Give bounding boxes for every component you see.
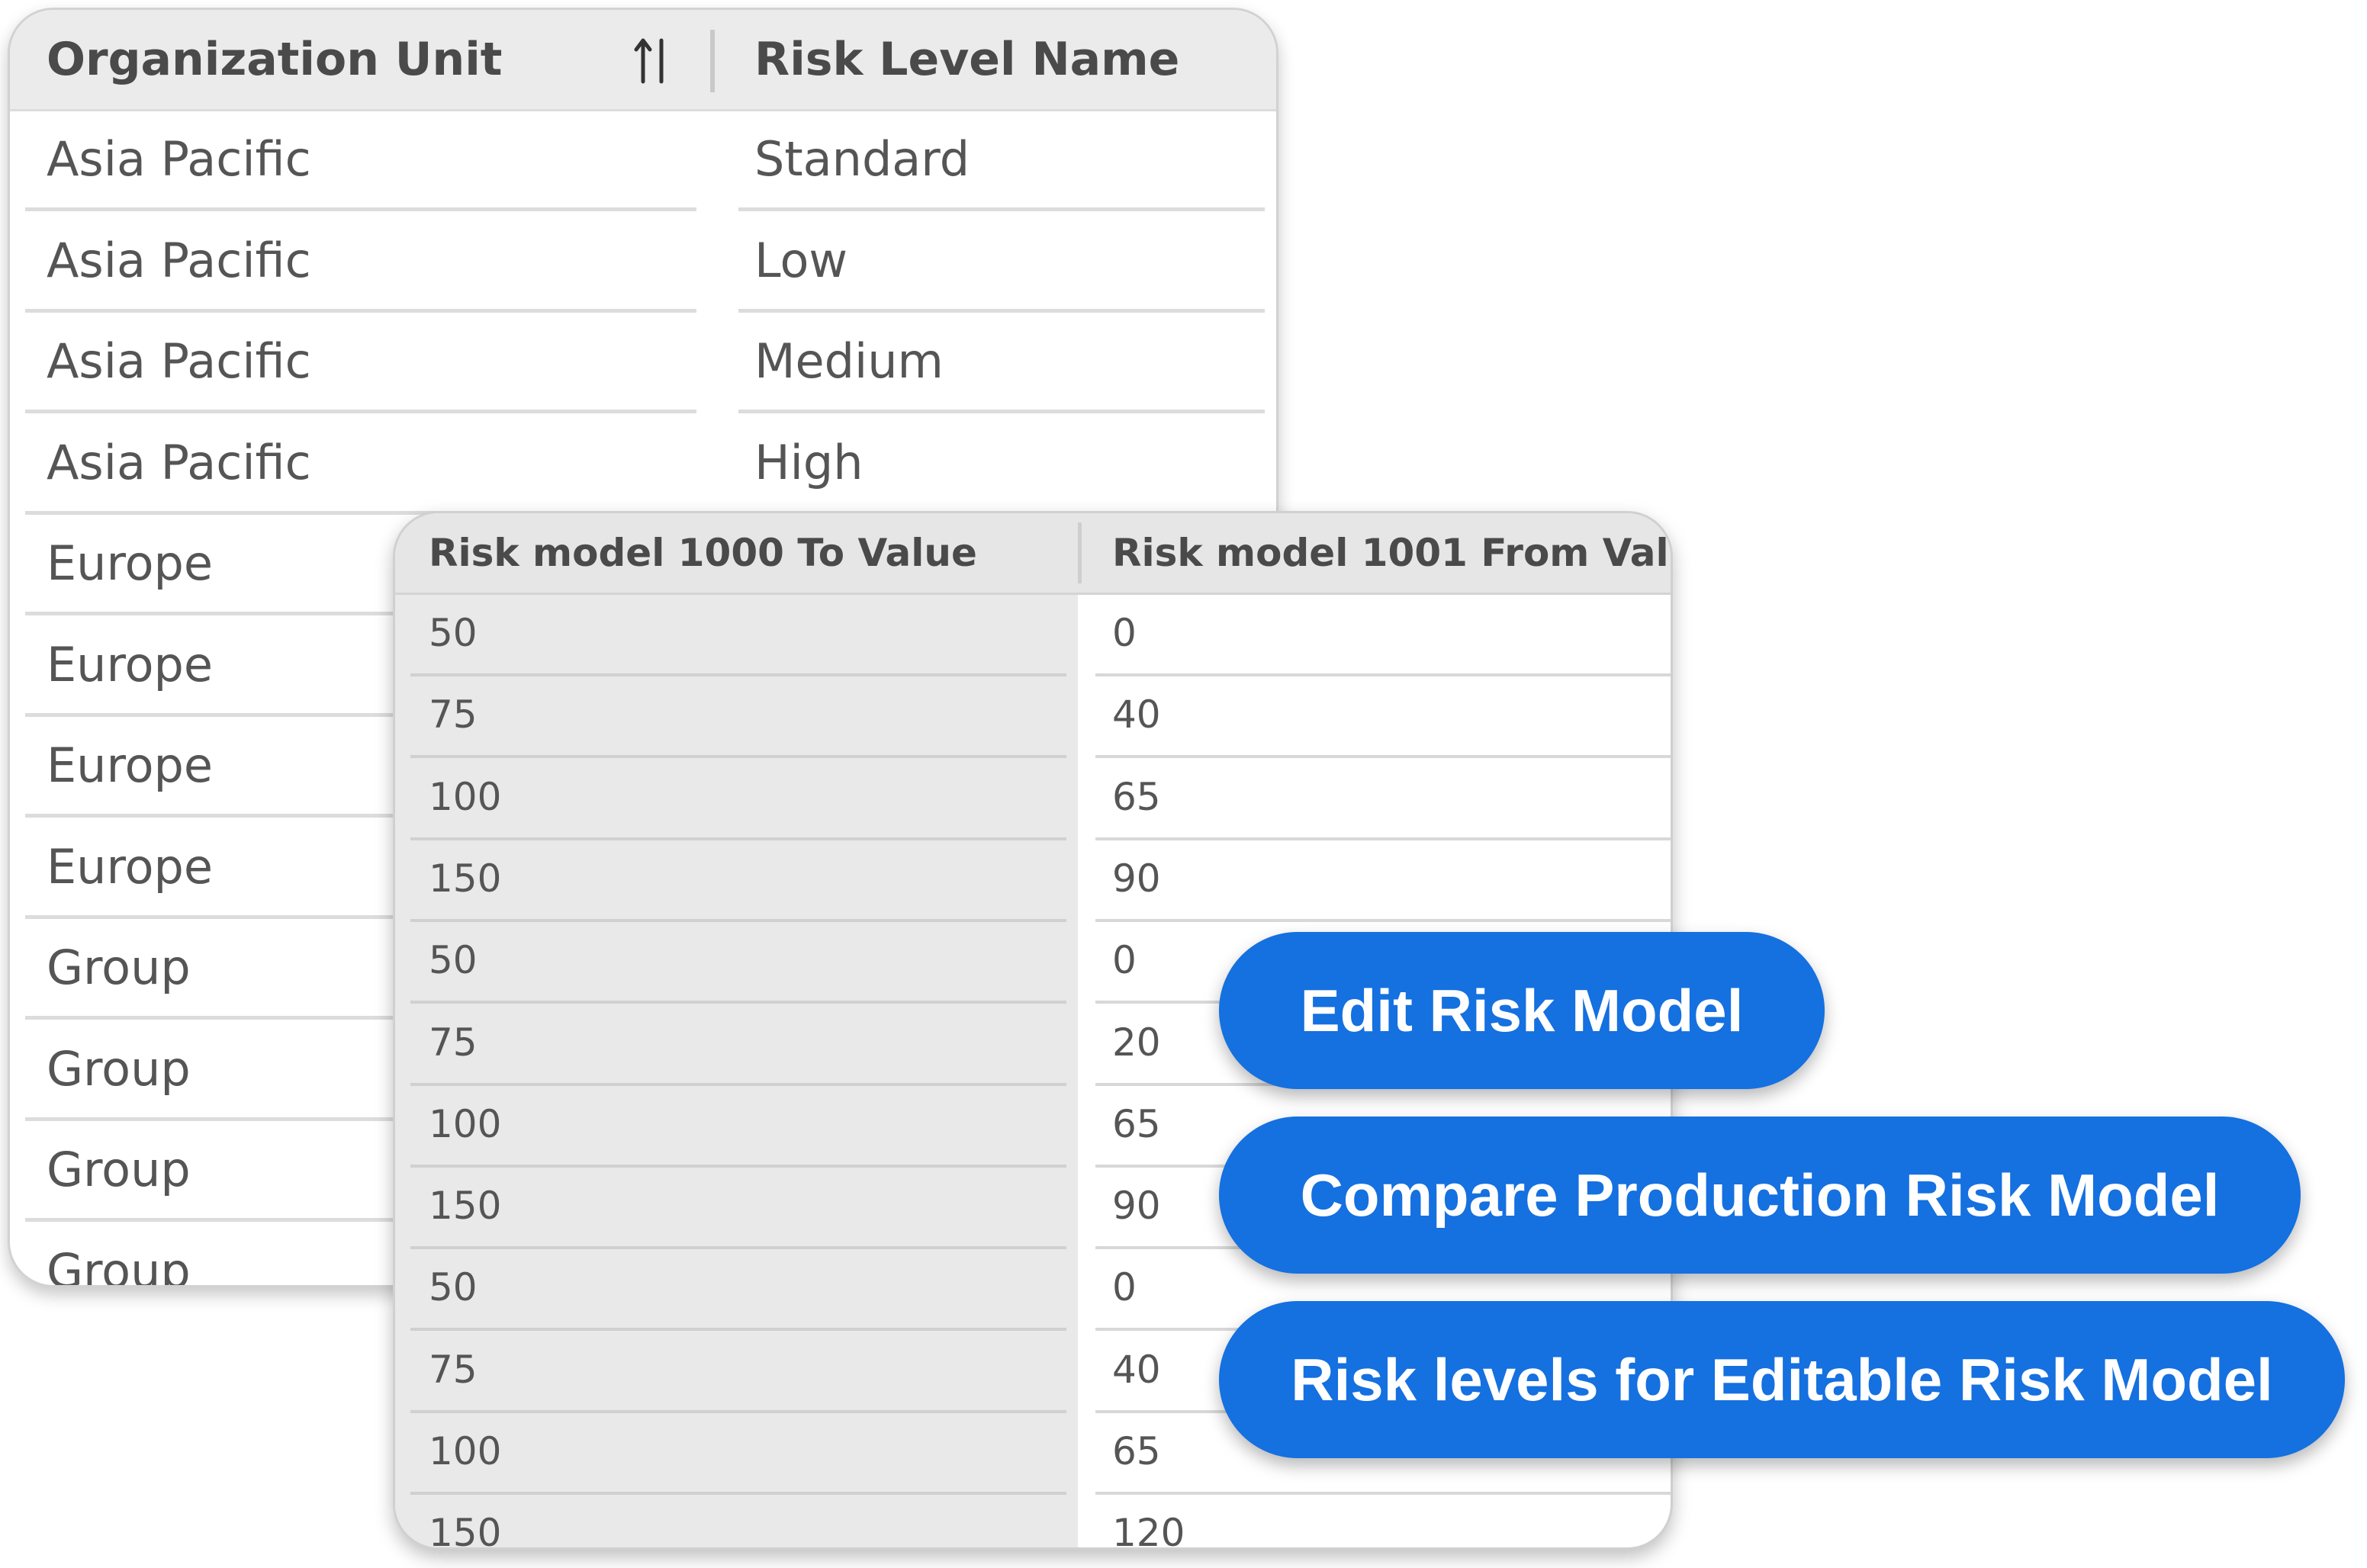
to-value-cell: 100 bbox=[429, 1101, 502, 1146]
from-value-cell: 90 bbox=[1112, 1184, 1161, 1229]
from-value-cell: 65 bbox=[1112, 1429, 1161, 1473]
to-value-cell: 75 bbox=[429, 692, 478, 737]
column-header-risk-model-1001-from-value[interactable]: Risk model 1001 From Value bbox=[1112, 513, 1671, 593]
table-header: Risk model 1000 To Value Risk model 1001… bbox=[395, 513, 1671, 595]
to-value-cell: 150 bbox=[429, 856, 502, 901]
table-row[interactable]: 50 0 bbox=[395, 595, 1671, 676]
risk-level-cell: High bbox=[754, 434, 864, 490]
organization-unit-cell: Europe bbox=[47, 636, 214, 692]
organization-unit-cell: Group bbox=[47, 1242, 191, 1287]
row-divider bbox=[25, 308, 696, 313]
column-header-organization-unit[interactable]: Organization Unit bbox=[47, 10, 502, 109]
from-value-cell: 40 bbox=[1112, 692, 1161, 737]
row-divider bbox=[738, 308, 1265, 313]
to-value-cell: 75 bbox=[429, 1347, 478, 1392]
to-value-cell: 50 bbox=[429, 611, 478, 655]
table-header: Organization Unit Risk Level Name bbox=[10, 10, 1276, 111]
table-row[interactable]: Asia Pacific Low bbox=[10, 213, 1276, 313]
compare-production-risk-model-button[interactable]: Compare Production Risk Model bbox=[1219, 1117, 2301, 1274]
to-value-cell: 75 bbox=[429, 1020, 478, 1065]
from-value-cell: 40 bbox=[1112, 1347, 1161, 1392]
row-divider bbox=[25, 410, 696, 413]
from-value-cell: 120 bbox=[1112, 1511, 1185, 1550]
organization-unit-cell: Asia Pacific bbox=[47, 333, 311, 389]
organization-unit-cell: Group bbox=[47, 940, 191, 995]
organization-unit-cell: Group bbox=[47, 1142, 191, 1197]
row-divider bbox=[738, 207, 1265, 211]
organization-unit-cell: Europe bbox=[47, 838, 214, 895]
organization-unit-cell: Group bbox=[47, 1040, 191, 1097]
table-row[interactable]: 150 90 bbox=[395, 840, 1671, 922]
from-value-cell: 65 bbox=[1112, 774, 1161, 819]
row-divider bbox=[738, 410, 1265, 413]
table-row[interactable]: Asia Pacific High bbox=[10, 415, 1276, 515]
column-header-risk-model-1000-to-value[interactable]: Risk model 1000 To Value bbox=[429, 513, 977, 593]
organization-unit-cell: Europe bbox=[47, 535, 214, 591]
to-value-cell: 150 bbox=[429, 1184, 502, 1229]
to-value-cell: 100 bbox=[429, 1429, 502, 1473]
table-row[interactable]: 150 120 bbox=[395, 1495, 1671, 1550]
from-value-cell: 0 bbox=[1112, 938, 1137, 983]
from-value-cell: 65 bbox=[1112, 1101, 1161, 1146]
table-row[interactable]: Asia Pacific Medium bbox=[10, 313, 1276, 413]
column-resize-handle[interactable] bbox=[1078, 522, 1082, 583]
organization-unit-cell: Asia Pacific bbox=[47, 232, 311, 288]
row-divider bbox=[25, 207, 696, 211]
to-value-cell: 50 bbox=[429, 1265, 478, 1310]
organization-unit-cell: Asia Pacific bbox=[47, 131, 311, 187]
column-header-risk-level-name[interactable]: Risk Level Name bbox=[754, 10, 1179, 109]
organization-unit-cell: Asia Pacific bbox=[47, 434, 311, 490]
risk-level-cell: Low bbox=[754, 232, 848, 288]
from-value-cell: 0 bbox=[1112, 611, 1137, 655]
sort-ascending-icon[interactable] bbox=[634, 36, 672, 85]
to-value-cell: 50 bbox=[429, 938, 478, 983]
column-resize-handle[interactable] bbox=[710, 30, 715, 92]
from-value-cell: 90 bbox=[1112, 856, 1161, 901]
risk-level-cell: Standard bbox=[754, 131, 970, 187]
from-value-cell: 0 bbox=[1112, 1265, 1137, 1310]
risk-levels-editable-model-button[interactable]: Risk levels for Editable Risk Model bbox=[1219, 1301, 2345, 1458]
to-value-cell: 100 bbox=[429, 774, 502, 819]
table-row[interactable]: 75 40 bbox=[395, 676, 1671, 759]
risk-level-cell: Medium bbox=[754, 333, 944, 389]
organization-unit-cell: Europe bbox=[47, 737, 214, 793]
from-value-cell: 20 bbox=[1112, 1020, 1161, 1065]
table-row[interactable]: 100 65 bbox=[395, 759, 1671, 840]
edit-risk-model-button[interactable]: Edit Risk Model bbox=[1219, 932, 1825, 1089]
to-value-cell: 150 bbox=[429, 1511, 502, 1550]
table-row[interactable]: Asia Pacific Standard bbox=[10, 111, 1276, 211]
